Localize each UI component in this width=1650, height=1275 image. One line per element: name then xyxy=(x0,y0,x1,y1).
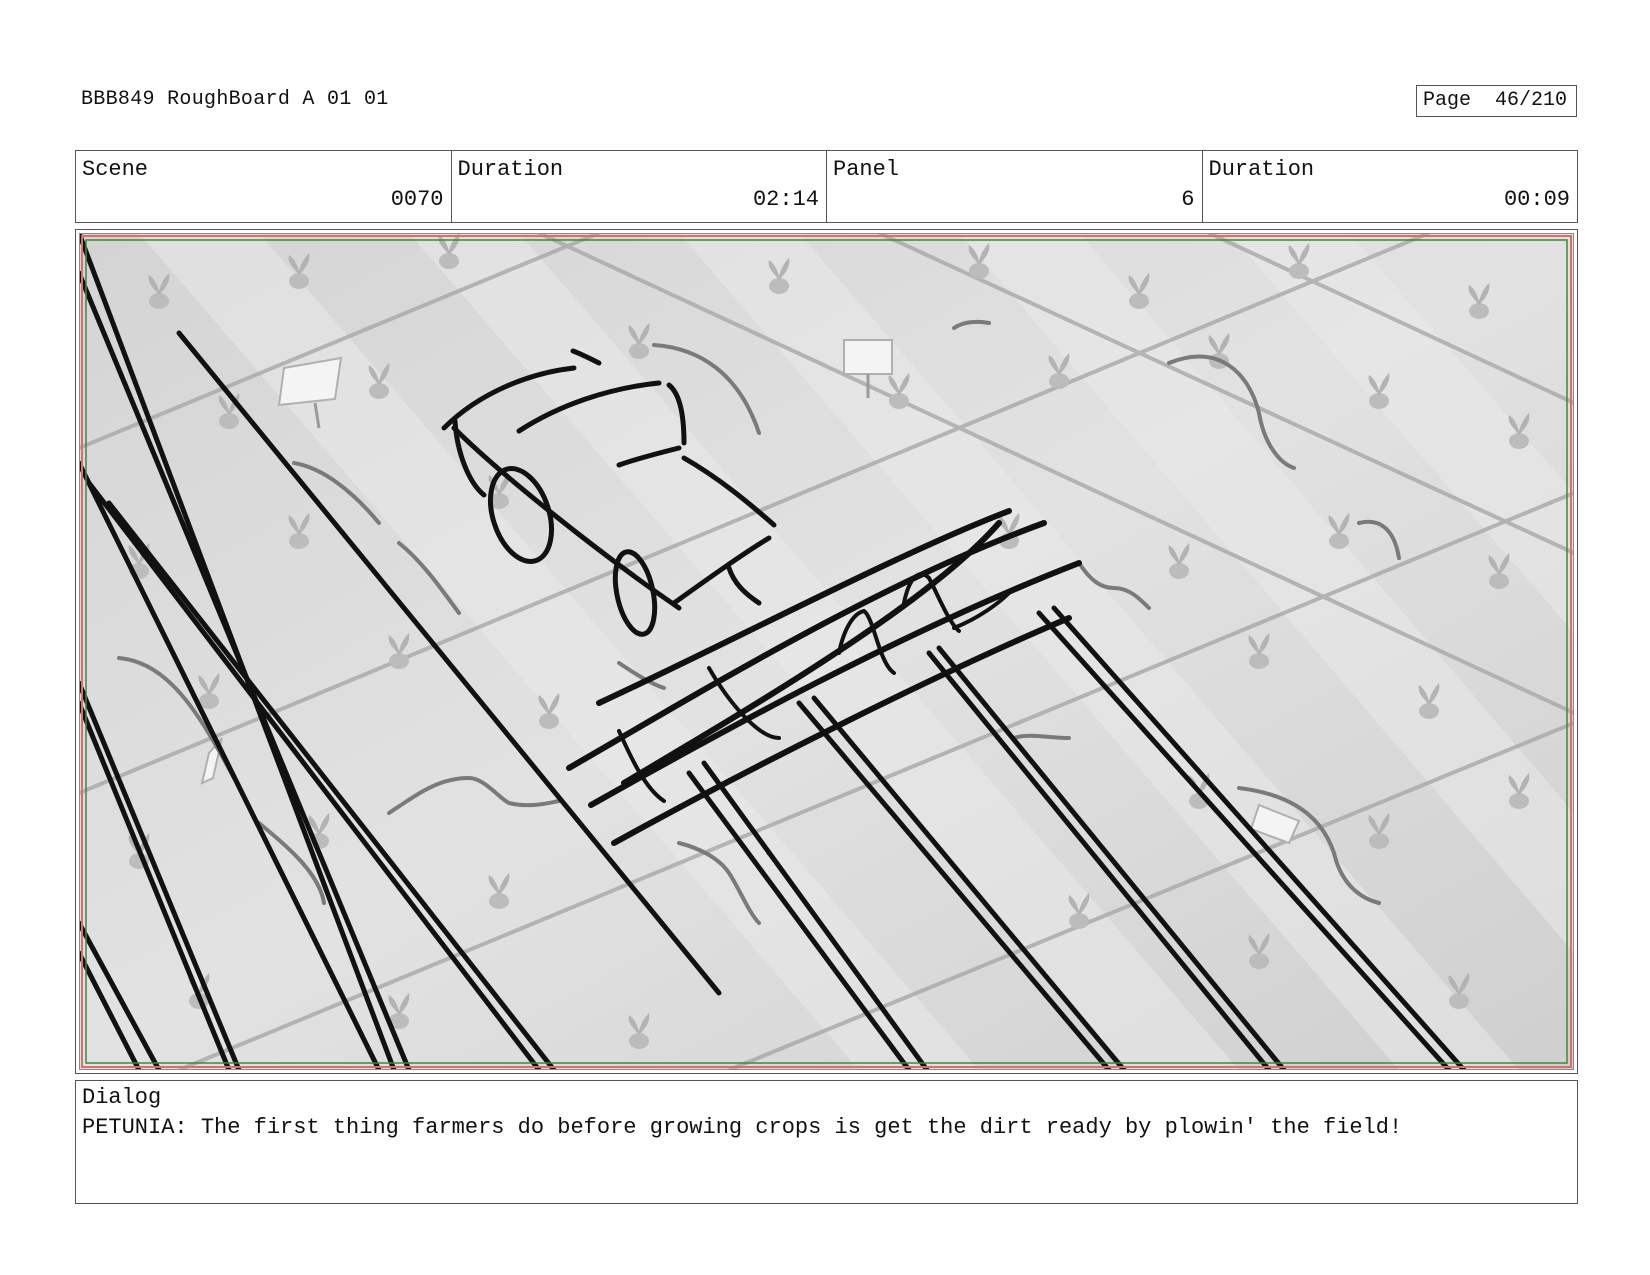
scene-duration-value: 02:14 xyxy=(752,187,819,212)
panel-duration-label: Duration xyxy=(1208,157,1315,182)
scene-duration-label: Duration xyxy=(457,157,564,182)
scene-duration-cell: Duration 02:14 xyxy=(452,151,827,222)
page-indicator: Page 46/210 xyxy=(1416,85,1577,117)
panel-value: 6 xyxy=(1181,187,1195,212)
page-label: Page xyxy=(1423,89,1472,112)
dialog-label: Dialog xyxy=(82,1085,162,1110)
page-number: 46/210 xyxy=(1495,89,1568,112)
metadata-table: Scene 0070 Duration 02:14 Panel 6 Durati… xyxy=(75,150,1578,223)
storyboard-panel xyxy=(75,229,1578,1074)
panel-duration-cell: Duration 00:09 xyxy=(1203,151,1578,222)
scene-value: 0070 xyxy=(390,187,444,212)
dialog-text: PETUNIA: The first thing farmers do befo… xyxy=(82,1115,1403,1140)
panel-label: Panel xyxy=(833,157,900,182)
board-title: BBB849 RoughBoard A 01 01 xyxy=(81,88,389,111)
panel-duration-value: 00:09 xyxy=(1503,187,1570,212)
panel-cell: Panel 6 xyxy=(827,151,1203,222)
panel-artwork xyxy=(79,233,1574,1070)
dialog-box: Dialog PETUNIA: The first thing farmers … xyxy=(75,1080,1578,1204)
scene-label: Scene xyxy=(82,157,149,182)
scene-cell: Scene 0070 xyxy=(76,151,452,222)
